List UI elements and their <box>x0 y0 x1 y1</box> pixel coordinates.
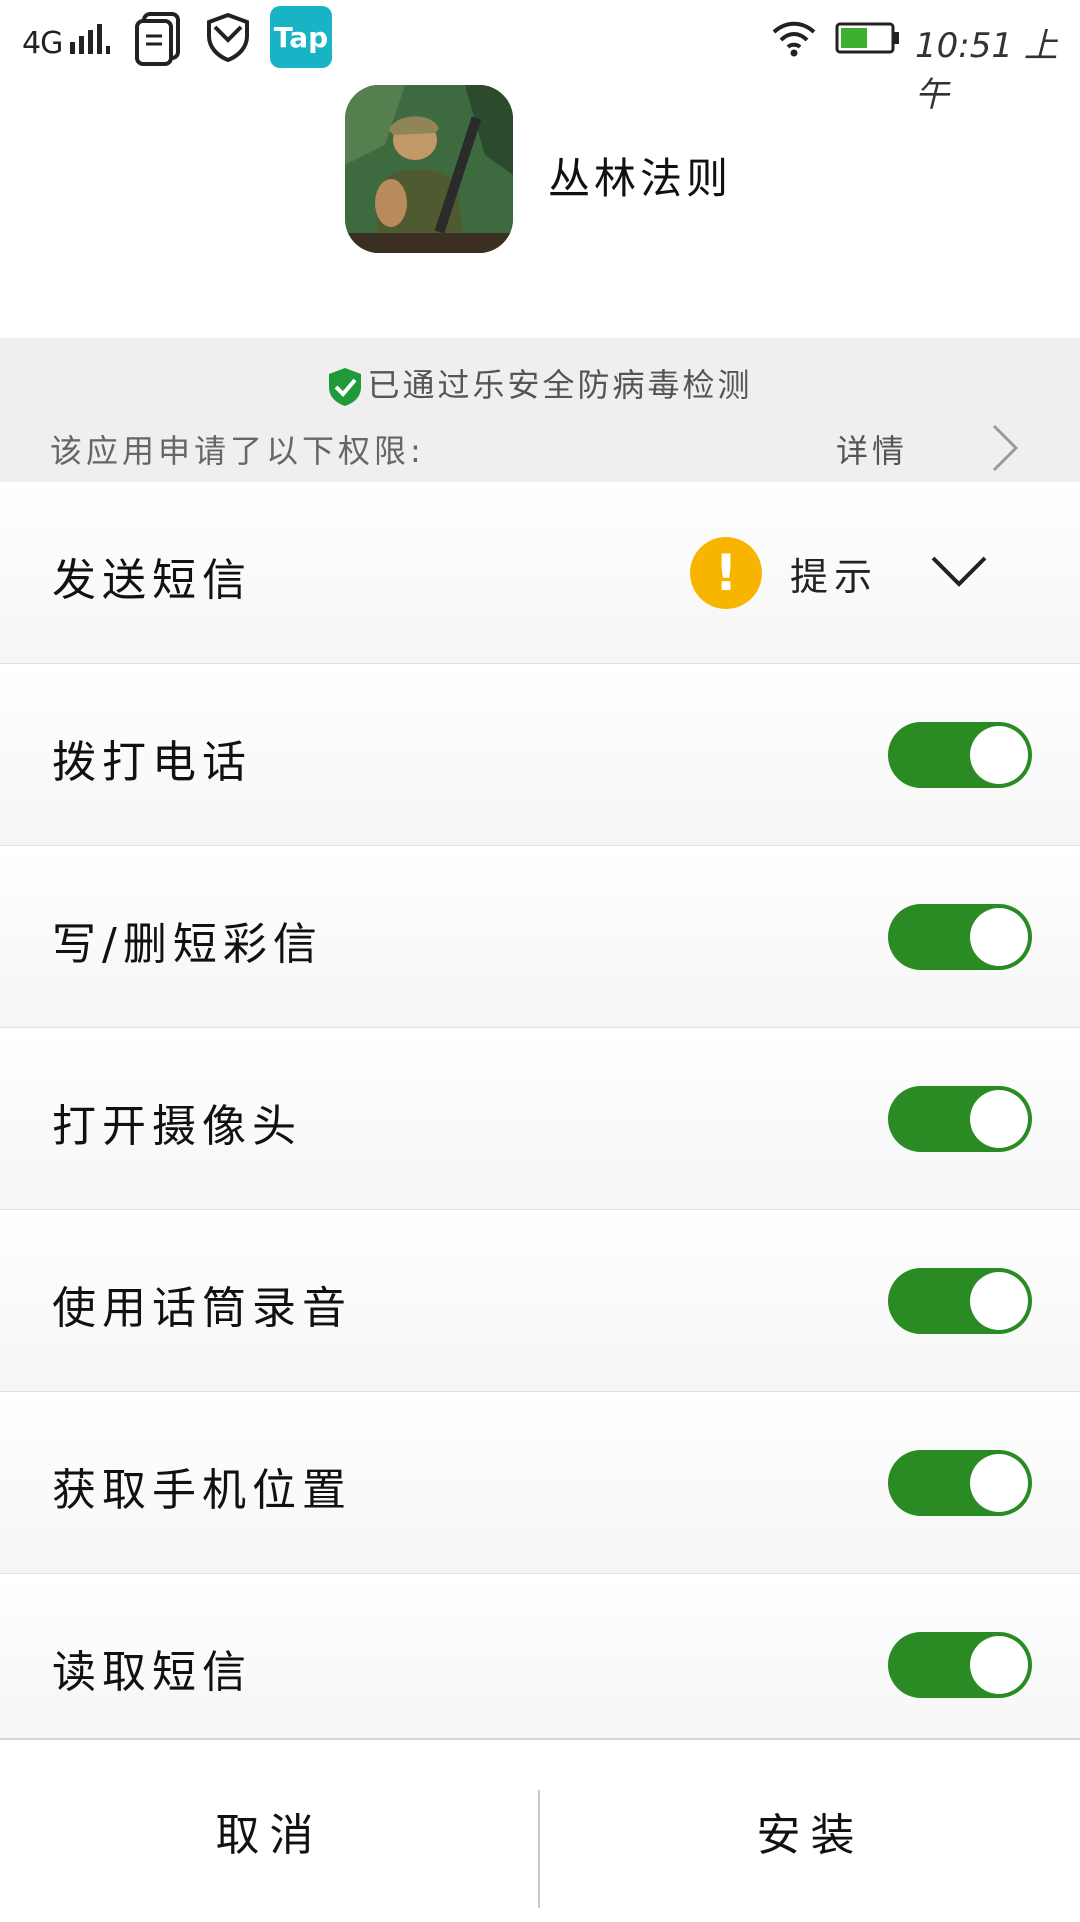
permission-label: 读取短信 <box>52 1647 252 1698</box>
app-name: 丛林法则 <box>548 154 733 203</box>
action-bar: 取消 安装 <box>0 1738 1080 1922</box>
battery-icon <box>835 22 899 54</box>
toggle-knob <box>970 1090 1028 1148</box>
network-type: 4G <box>22 26 63 61</box>
permission-status: 提示 <box>790 555 879 599</box>
permission-row-microphone: 使用话筒录音 <box>0 1210 1080 1393</box>
permission-row-phone-call: 拨打电话 <box>0 664 1080 847</box>
cancel-button[interactable]: 取消 <box>0 1740 539 1922</box>
permission-label: 获取手机位置 <box>52 1465 352 1516</box>
toggle-knob <box>970 1454 1028 1512</box>
permission-row-camera: 打开摄像头 <box>0 1028 1080 1211</box>
permission-toggle[interactable] <box>888 722 1032 788</box>
chevron-right-icon[interactable] <box>990 422 1020 474</box>
security-scan-line: 已通过乐安全防病毒检测 <box>0 360 1080 407</box>
chevron-down-icon[interactable] <box>930 554 988 588</box>
toggle-knob <box>970 1272 1028 1330</box>
shield-icon <box>207 12 249 62</box>
details-link[interactable]: 详情 <box>836 426 908 472</box>
permission-label: 打开摄像头 <box>52 1101 302 1152</box>
permission-label: 使用话筒录音 <box>52 1283 352 1334</box>
permission-label: 写/删短彩信 <box>52 919 323 970</box>
permission-row-write-delete-sms: 写/删短彩信 <box>0 846 1080 1029</box>
toggle-knob <box>970 726 1028 784</box>
status-bar: 4G Tap 10:51 上午 <box>0 0 1080 115</box>
permission-toggle[interactable] <box>888 904 1032 970</box>
wifi-icon <box>772 21 816 57</box>
tap-app-icon: Tap <box>270 6 332 68</box>
permissions-intro: 该应用申请了以下权限: <box>50 432 425 470</box>
soldier-artwork <box>345 85 513 253</box>
permission-toggle[interactable] <box>888 1450 1032 1516</box>
toggle-knob <box>970 908 1028 966</box>
app-icon <box>345 85 513 253</box>
permission-label: 发送短信 <box>52 555 252 606</box>
permission-label: 拨打电话 <box>52 737 252 788</box>
permission-toggle[interactable] <box>888 1086 1032 1152</box>
permission-toggle[interactable] <box>888 1268 1032 1334</box>
security-band: 已通过乐安全防病毒检测 该应用申请了以下权限: 详情 <box>0 338 1080 482</box>
action-divider <box>538 1790 540 1908</box>
signal-icon <box>70 24 110 54</box>
install-button[interactable]: 安装 <box>541 1740 1080 1922</box>
permission-toggle[interactable] <box>888 1632 1032 1698</box>
permission-row-read-sms: 读取短信 <box>0 1574 1080 1740</box>
security-scan-text: 已通过乐安全防病毒检测 <box>367 366 753 404</box>
clock: 10:51 上午 <box>915 26 1058 115</box>
warning-icon: ! <box>690 537 762 609</box>
verified-shield-icon <box>329 368 362 406</box>
permission-row-location: 获取手机位置 <box>0 1392 1080 1575</box>
document-icon <box>135 12 180 66</box>
permission-row-send-sms[interactable]: 发送短信 ! 提示 <box>0 482 1080 665</box>
toggle-knob <box>970 1636 1028 1694</box>
